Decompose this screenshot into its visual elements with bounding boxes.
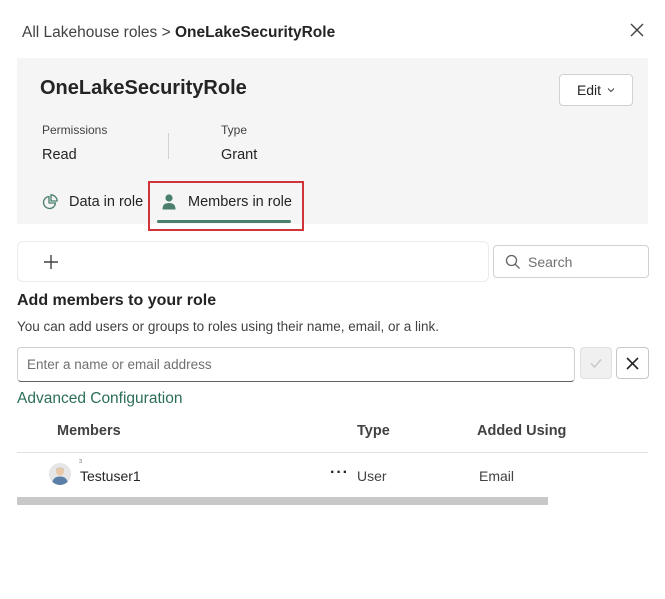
chevron-down-icon xyxy=(607,88,615,93)
add-member-button[interactable] xyxy=(42,253,60,271)
close-button[interactable] xyxy=(627,20,647,40)
member-name: Testuser1 xyxy=(80,468,141,484)
plus-icon xyxy=(44,255,58,269)
checkmark-icon xyxy=(590,359,602,369)
members-toolbar xyxy=(17,241,489,282)
pie-chart-icon xyxy=(42,194,58,210)
table-row[interactable]: ɜ Testuser1 ··· User Email xyxy=(17,453,648,497)
breadcrumb-current: OneLakeSecurityRole xyxy=(174,24,336,41)
user-avatar-icon xyxy=(49,463,71,485)
edit-button-label: Edit xyxy=(576,82,602,98)
member-type: User xyxy=(357,468,387,484)
search-box[interactable] xyxy=(493,245,649,278)
close-icon xyxy=(626,356,639,370)
clear-input-button[interactable] xyxy=(616,347,649,379)
type-label: Type xyxy=(221,123,248,137)
horizontal-scrollbar[interactable] xyxy=(17,497,548,505)
role-title: OneLakeSecurityRole xyxy=(40,77,247,99)
tab-members-in-role[interactable]: Members in role xyxy=(160,192,292,212)
add-members-description: You can add users or groups to roles usi… xyxy=(17,319,439,334)
tab-data-in-role[interactable]: Data in role xyxy=(41,192,143,212)
permissions-label: Permissions xyxy=(42,123,108,137)
more-options-button[interactable]: ··· xyxy=(330,464,349,482)
breadcrumb-parent[interactable]: All Lakehouse roles xyxy=(22,24,157,41)
confirm-add-button[interactable] xyxy=(580,347,612,379)
type-value: Grant xyxy=(221,147,258,163)
column-header-type[interactable]: Type xyxy=(357,423,390,439)
search-icon xyxy=(505,254,520,269)
divider xyxy=(168,133,169,159)
breadcrumb-separator: > xyxy=(161,24,171,41)
close-icon xyxy=(630,23,644,37)
tab-data-in-role-label: Data in role xyxy=(69,194,144,210)
permissions-value: Read xyxy=(42,147,77,163)
member-added-using: Email xyxy=(479,468,515,484)
edit-button[interactable]: Edit xyxy=(559,74,633,106)
advanced-configuration-link[interactable]: Advanced Configuration xyxy=(17,390,182,408)
tab-members-in-role-label: Members in role xyxy=(188,194,292,210)
member-search-input[interactable] xyxy=(17,347,575,382)
column-header-members[interactable]: Members xyxy=(57,423,121,439)
search-input[interactable] xyxy=(528,253,638,270)
person-icon xyxy=(162,194,176,210)
role-header-panel: OneLakeSecurityRole Edit Permissions Rea… xyxy=(17,58,648,224)
breadcrumb: All Lakehouse roles > OneLakeSecurityRol… xyxy=(22,24,335,42)
add-members-title: Add members to your role xyxy=(17,292,217,309)
selected-tab-indicator xyxy=(157,220,291,223)
avatar-status: ɜ xyxy=(79,458,83,465)
column-header-added-using[interactable]: Added Using xyxy=(477,423,566,439)
avatar xyxy=(49,463,71,485)
